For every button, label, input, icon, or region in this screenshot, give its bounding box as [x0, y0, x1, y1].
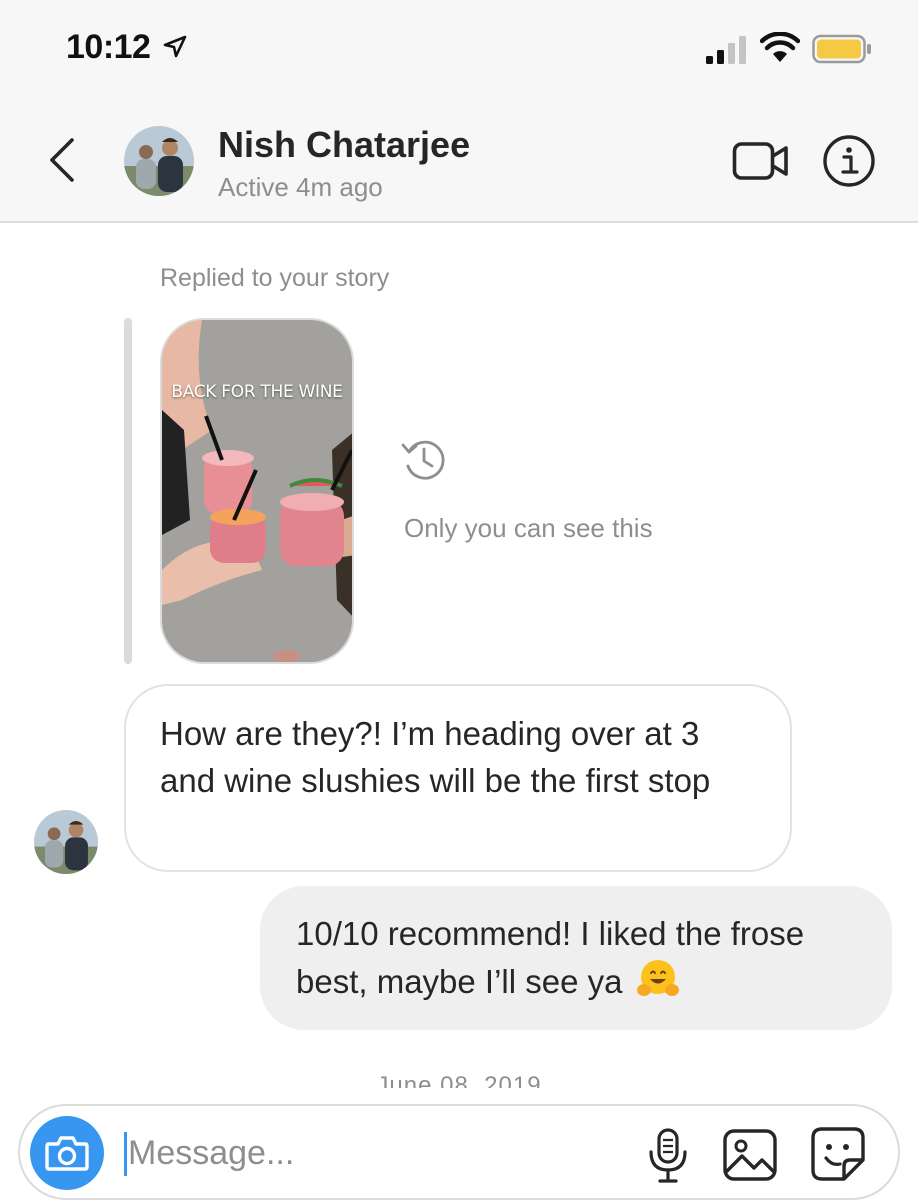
message-input[interactable] — [128, 1128, 628, 1178]
conversation-header: Nish Chatarjee Active 4m ago — [0, 100, 918, 223]
back-chevron-icon[interactable] — [44, 136, 80, 184]
gallery-image-icon[interactable] — [722, 1128, 778, 1182]
status-time: 10:12 — [66, 28, 151, 66]
sticker-icon[interactable] — [810, 1126, 866, 1182]
date-divider: June 08, 2019 — [0, 1074, 918, 1088]
contact-photo — [124, 126, 194, 196]
battery-icon — [812, 34, 871, 64]
contact-avatar[interactable] — [124, 126, 194, 196]
message-composer — [18, 1104, 900, 1200]
sender-avatar[interactable] — [34, 810, 98, 874]
hugging-face-emoji-icon — [636, 960, 679, 996]
history-clock-icon — [401, 440, 445, 480]
wifi-icon — [760, 32, 800, 62]
video-call-icon[interactable] — [732, 138, 790, 184]
status-bar: 10:12 — [0, 0, 918, 100]
text-cursor — [124, 1132, 127, 1176]
only-you-can-see-note: Only you can see this — [404, 513, 653, 543]
outgoing-message-bubble[interactable]: 10/10 recommend! I liked the frose best,… — [260, 886, 892, 1030]
date-divider-text: June 08, 2019 — [376, 1074, 542, 1088]
story-thumbnail[interactable]: BACK FOR THE WINE — [160, 318, 354, 664]
story-reply-label: Replied to your story — [160, 264, 390, 292]
contact-name[interactable]: Nish Chatarjee — [218, 124, 470, 166]
story-photo — [162, 320, 352, 662]
camera-icon — [45, 1136, 89, 1171]
incoming-message-bubble[interactable]: How are they?! I’m heading over at 3 and… — [124, 684, 792, 872]
camera-button[interactable] — [30, 1116, 104, 1190]
story-caption: BACK FOR THE WINE — [171, 382, 343, 402]
reply-quote-bar — [124, 318, 132, 664]
contact-active-status: Active 4m ago — [218, 172, 383, 202]
sender-photo — [34, 810, 98, 874]
microphone-icon[interactable] — [646, 1128, 690, 1184]
location-arrow-icon — [163, 35, 187, 58]
cellular-signal-icon — [706, 36, 746, 64]
info-icon[interactable] — [822, 134, 876, 188]
incoming-message-text: How are they?! I’m heading over at 3 and… — [160, 715, 711, 799]
outgoing-message-text: 10/10 recommend! I liked the frose best,… — [296, 915, 805, 1000]
